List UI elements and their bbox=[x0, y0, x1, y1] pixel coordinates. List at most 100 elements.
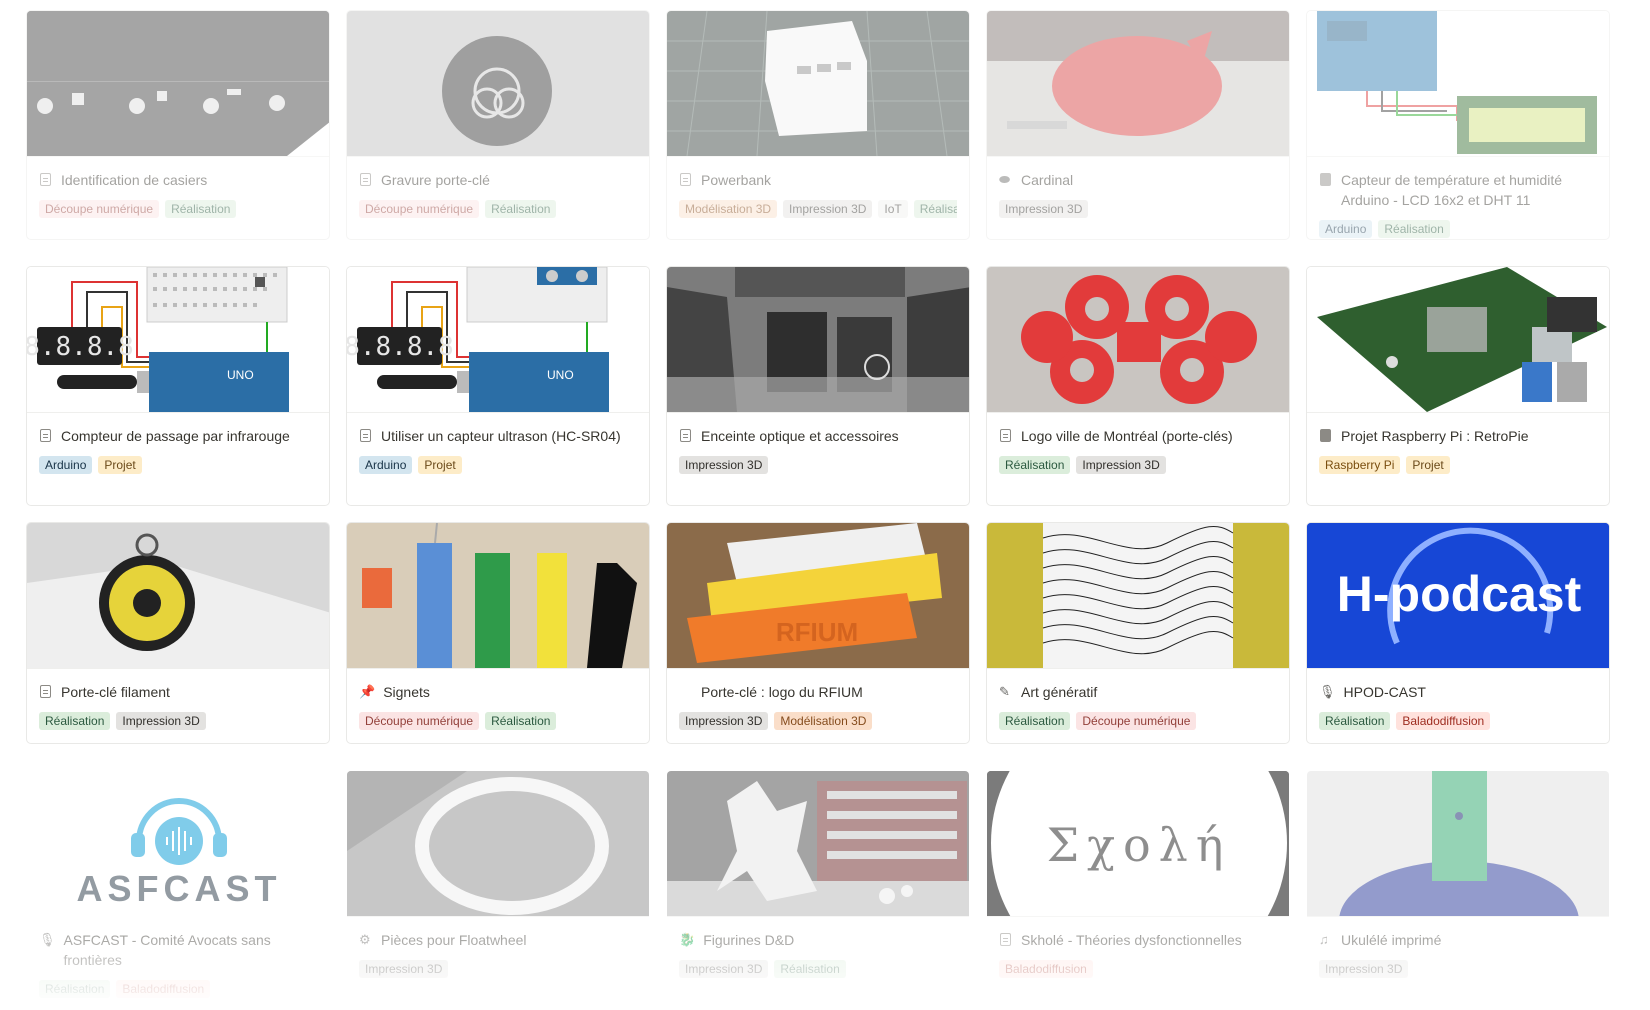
gallery-card[interactable]: 8.8.8.8 UNO Compteur de passage par infr… bbox=[26, 266, 330, 506]
gallery-card[interactable]: ASFCAST 🎙 ASFCAST - Comité Avocats sans f… bbox=[26, 770, 330, 1010]
uno-label: UNO bbox=[547, 368, 574, 382]
tag: Impression 3D bbox=[783, 200, 873, 218]
microphone-icon: 🎙 bbox=[39, 932, 56, 947]
gallery-card[interactable]: ⬬ Cardinal Impression 3D bbox=[986, 10, 1290, 240]
gallery-card[interactable]: H-podcast 🎙 HPOD-CAST Réalisation Baladodi… bbox=[1306, 522, 1610, 744]
page-icon bbox=[679, 173, 693, 187]
gallery-card[interactable]: Gravure porte-clé Découpe numérique Réali… bbox=[346, 10, 650, 240]
gallery-card[interactable]: Σχολή Skholé - Théories dysfonctionnelle… bbox=[986, 770, 1290, 1010]
no-icon bbox=[679, 685, 693, 699]
card-thumbnail: 8.8.8.8 UNO bbox=[347, 267, 649, 413]
card-thumbnail bbox=[987, 523, 1289, 669]
tag: Réalisation bbox=[39, 712, 111, 730]
gallery-grid: Identification de casiers Découpe numéri… bbox=[26, 10, 1610, 1010]
tag: Impression 3D bbox=[1319, 960, 1409, 978]
card-thumbnail bbox=[1307, 771, 1609, 917]
tag: Réalisation bbox=[1319, 712, 1391, 730]
card-title: Compteur de passage par infrarouge bbox=[61, 428, 290, 444]
card-title: Enceinte optique et accessoires bbox=[701, 428, 899, 444]
gallery-card[interactable]: Projet Raspberry Pi : RetroPie Raspberry… bbox=[1306, 266, 1610, 506]
gallery-card[interactable]: 📌 Signets Découpe numérique Réalisation bbox=[346, 522, 650, 744]
card-thumbnail bbox=[27, 523, 329, 669]
gallery-card[interactable]: 🐉 Figurines D&D Impression 3D Réalisation bbox=[666, 770, 970, 1010]
card-thumbnail bbox=[27, 11, 329, 157]
music-icon: ♫ bbox=[1319, 932, 1329, 947]
card-title: ASFCAST - Comité Avocats sans frontières bbox=[63, 932, 271, 968]
card-thumbnail: Σχολή bbox=[987, 771, 1289, 917]
card-thumbnail bbox=[987, 267, 1289, 413]
card-title: Pièces pour Floatwheel bbox=[381, 932, 527, 948]
card-title: Capteur de température et humidité Ardui… bbox=[1341, 172, 1563, 208]
card-thumbnail bbox=[347, 11, 649, 157]
tag: Impression 3D bbox=[679, 712, 769, 730]
gallery-card[interactable]: Identification de casiers Découpe numéri… bbox=[26, 10, 330, 240]
tag: Modélisation 3D bbox=[774, 712, 873, 730]
tag: Projet bbox=[98, 456, 142, 474]
gallery-card[interactable]: 8.8.8.8 UNO Utiliser un capteur ultrason… bbox=[346, 266, 650, 506]
segment-display-text: 8.8.8.8 bbox=[347, 332, 454, 362]
filled-page-icon bbox=[1319, 173, 1333, 187]
card-title: Cardinal bbox=[1021, 172, 1074, 188]
tag: Raspberry Pi bbox=[1319, 456, 1401, 474]
tag: Projet bbox=[1406, 456, 1450, 474]
tag: Réalisation bbox=[999, 456, 1071, 474]
page-icon bbox=[359, 429, 373, 443]
gallery-card[interactable]: ♫ Ukulélé imprimé Impression 3D bbox=[1306, 770, 1610, 1010]
gallery-card[interactable]: Capteur de température et humidité Ardui… bbox=[1306, 10, 1610, 240]
gallery-card[interactable]: ⚙ Pièces pour Floatwheel Impression 3D bbox=[346, 770, 650, 1010]
card-title: Utiliser un capteur ultrason (HC-SR04) bbox=[381, 428, 621, 444]
card-title: Art génératif bbox=[1021, 684, 1098, 700]
uno-label: UNO bbox=[227, 368, 254, 382]
gallery-card[interactable]: Porte-clé filament Réalisation Impression… bbox=[26, 522, 330, 744]
page-icon bbox=[359, 173, 373, 187]
tag: IoT bbox=[878, 200, 908, 218]
tag: Baladodiffusion bbox=[1396, 712, 1491, 730]
tag: Réalisation bbox=[1378, 220, 1450, 238]
tag: Impression 3D bbox=[679, 456, 769, 474]
page-icon bbox=[39, 685, 53, 699]
dragon-icon: 🐉 bbox=[679, 932, 696, 947]
card-title: Gravure porte-clé bbox=[381, 172, 490, 188]
tag: Modélisation 3D bbox=[679, 200, 778, 218]
gear-icon: ⚙ bbox=[359, 932, 371, 947]
card-title: Powerbank bbox=[701, 172, 772, 188]
card-thumbnail bbox=[347, 523, 649, 669]
gallery-card[interactable]: Powerbank Modélisation 3D Impression 3D Io… bbox=[666, 10, 970, 240]
card-title: Porte-clé filament bbox=[61, 684, 170, 700]
tag: Réalisation bbox=[39, 980, 111, 998]
card-thumbnail bbox=[667, 11, 969, 157]
card-title: Ukulélé imprimé bbox=[1341, 932, 1442, 948]
card-thumbnail bbox=[667, 771, 969, 917]
tag: Découpe numérique bbox=[1076, 712, 1197, 730]
gallery-card[interactable]: Logo ville de Montréal (porte-clés) Réal… bbox=[986, 266, 1290, 506]
tag: Découpe numérique bbox=[359, 712, 480, 730]
tag: Impression 3D bbox=[999, 200, 1089, 218]
tag: Réalisation bbox=[774, 960, 846, 978]
asfcast-logo-text: ASFCAST bbox=[77, 868, 282, 909]
gallery-card[interactable]: ✎ Art génératif Réalisation Découpe numéri… bbox=[986, 522, 1290, 744]
card-thumbnail bbox=[347, 771, 649, 917]
card-thumbnail: H-podcast bbox=[1307, 523, 1609, 669]
segment-display-text: 8.8.8.8 bbox=[27, 332, 134, 362]
card-title: HPOD-CAST bbox=[1343, 684, 1426, 700]
card-title: Skholé - Théories dysfonctionnelles bbox=[1021, 932, 1242, 948]
card-title: Porte-clé : logo du RFIUM bbox=[701, 684, 863, 700]
gallery-card[interactable]: Enceinte optique et accessoires Impressi… bbox=[666, 266, 970, 506]
tag: Réalisation bbox=[485, 200, 557, 218]
page-icon bbox=[999, 933, 1013, 947]
bird-icon: ⬬ bbox=[999, 172, 1011, 187]
rfium-embossed-text: RFIUM bbox=[776, 617, 858, 647]
tag: Réalisation bbox=[165, 200, 237, 218]
tag: Réalisation bbox=[999, 712, 1071, 730]
card-thumbnail bbox=[1307, 11, 1609, 157]
tag: Impression 3D bbox=[359, 960, 449, 978]
tag: Réalisation bbox=[485, 712, 557, 730]
tag: Arduino bbox=[39, 456, 93, 474]
card-thumbnail bbox=[987, 11, 1289, 157]
tag: Baladodiffusion bbox=[116, 980, 211, 998]
page-icon bbox=[39, 429, 53, 443]
card-thumbnail: ASFCAST bbox=[27, 771, 329, 917]
pencil-icon: ✎ bbox=[999, 684, 1010, 699]
card-thumbnail: RFIUM bbox=[667, 523, 969, 669]
gallery-card[interactable]: RFIUM Porte-clé : logo du RFIUM Impressi… bbox=[666, 522, 970, 744]
